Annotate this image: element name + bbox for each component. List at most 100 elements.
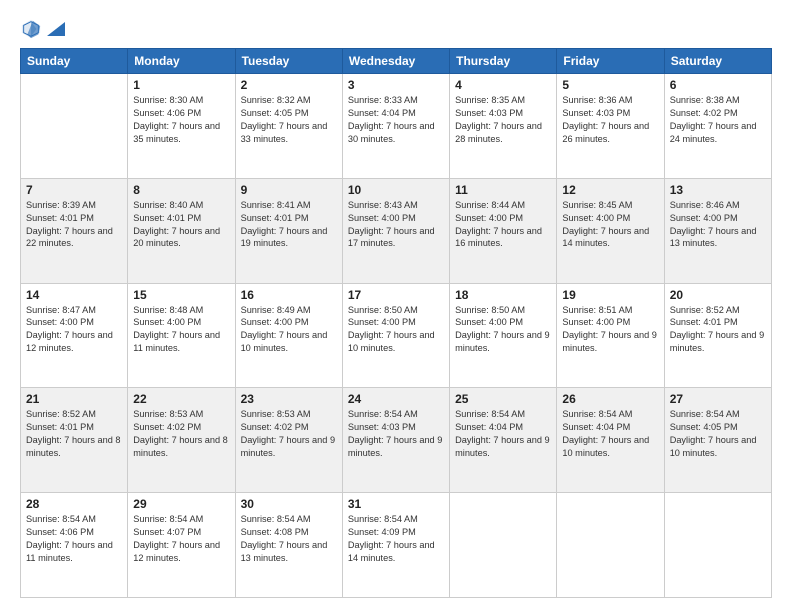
day-number: 26 xyxy=(562,392,658,406)
cell-info: Sunrise: 8:41 AMSunset: 4:01 PMDaylight:… xyxy=(241,199,337,251)
day-number: 12 xyxy=(562,183,658,197)
calendar-cell: 27 Sunrise: 8:54 AMSunset: 4:05 PMDayligh… xyxy=(664,388,771,493)
calendar-cell: 28 Sunrise: 8:54 AMSunset: 4:06 PMDayligh… xyxy=(21,493,128,598)
calendar-cell: 31Sunrise: 8:54 AMSunset: 4:09 PMDayligh… xyxy=(342,493,449,598)
cell-info: Sunrise: 8:43 AMSunset: 4:00 PMDaylight:… xyxy=(348,199,444,251)
day-number: 14 xyxy=(26,288,122,302)
cell-info: Sunrise: 8:49 AMSunset: 4:00 PMDaylight:… xyxy=(241,304,337,356)
calendar-cell: 26 Sunrise: 8:54 AMSunset: 4:04 PMDayligh… xyxy=(557,388,664,493)
calendar-cell: 19 Sunrise: 8:51 AMSunset: 4:00 PMDayligh… xyxy=(557,283,664,388)
day-number: 18 xyxy=(455,288,551,302)
day-header-friday: Friday xyxy=(557,49,664,74)
cell-info: Sunrise: 8:51 AMSunset: 4:00 PMDaylight:… xyxy=(562,304,658,356)
calendar-cell: 3 Sunrise: 8:33 AMSunset: 4:04 PMDaylight… xyxy=(342,74,449,179)
day-number: 21 xyxy=(26,392,122,406)
day-number: 7 xyxy=(26,183,122,197)
cell-info: Sunrise: 8:40 AMSunset: 4:01 PMDaylight:… xyxy=(133,199,229,251)
cell-info: Sunrise: 8:53 AMSunset: 4:02 PMDaylight:… xyxy=(133,408,229,460)
day-header-wednesday: Wednesday xyxy=(342,49,449,74)
day-number: 31 xyxy=(348,497,444,511)
cell-info: Sunrise: 8:30 AMSunset: 4:06 PMDaylight:… xyxy=(133,94,229,146)
calendar-cell: 12 Sunrise: 8:45 AMSunset: 4:00 PMDayligh… xyxy=(557,178,664,283)
day-header-thursday: Thursday xyxy=(450,49,557,74)
calendar-cell: 6 Sunrise: 8:38 AMSunset: 4:02 PMDaylight… xyxy=(664,74,771,179)
day-header-tuesday: Tuesday xyxy=(235,49,342,74)
cell-info: Sunrise: 8:47 AMSunset: 4:00 PMDaylight:… xyxy=(26,304,122,356)
cell-info: Sunrise: 8:52 AMSunset: 4:01 PMDaylight:… xyxy=(26,408,122,460)
calendar-cell: 22 Sunrise: 8:53 AMSunset: 4:02 PMDayligh… xyxy=(128,388,235,493)
calendar-cell: 10 Sunrise: 8:43 AMSunset: 4:00 PMDayligh… xyxy=(342,178,449,283)
cell-info: Sunrise: 8:54 AMSunset: 4:07 PMDaylight:… xyxy=(133,513,229,565)
cell-info: Sunrise: 8:32 AMSunset: 4:05 PMDaylight:… xyxy=(241,94,337,146)
calendar-cell: 7Sunrise: 8:39 AMSunset: 4:01 PMDaylight… xyxy=(21,178,128,283)
logo-text-block xyxy=(46,22,65,36)
day-number: 28 xyxy=(26,497,122,511)
calendar-cell: 9 Sunrise: 8:41 AMSunset: 4:01 PMDaylight… xyxy=(235,178,342,283)
calendar-cell: 29Sunrise: 8:54 AMSunset: 4:07 PMDayligh… xyxy=(128,493,235,598)
calendar-cell: 5 Sunrise: 8:36 AMSunset: 4:03 PMDaylight… xyxy=(557,74,664,179)
calendar-cell xyxy=(557,493,664,598)
calendar-cell: 13Sunrise: 8:46 AMSunset: 4:00 PMDayligh… xyxy=(664,178,771,283)
day-number: 17 xyxy=(348,288,444,302)
cell-info: Sunrise: 8:54 AMSunset: 4:04 PMDaylight:… xyxy=(562,408,658,460)
calendar-page: SundayMondayTuesdayWednesdayThursdayFrid… xyxy=(0,0,792,612)
day-number: 5 xyxy=(562,78,658,92)
cell-info: Sunrise: 8:50 AMSunset: 4:00 PMDaylight:… xyxy=(348,304,444,356)
day-number: 27 xyxy=(670,392,766,406)
day-number: 24 xyxy=(348,392,444,406)
logo xyxy=(20,18,65,40)
cell-info: Sunrise: 8:52 AMSunset: 4:01 PMDaylight:… xyxy=(670,304,766,356)
calendar-cell xyxy=(450,493,557,598)
logo-icon xyxy=(20,18,42,40)
day-header-monday: Monday xyxy=(128,49,235,74)
day-number: 13 xyxy=(670,183,766,197)
calendar-cell: 30 Sunrise: 8:54 AMSunset: 4:08 PMDayligh… xyxy=(235,493,342,598)
calendar-cell: 15 Sunrise: 8:48 AMSunset: 4:00 PMDayligh… xyxy=(128,283,235,388)
day-number: 15 xyxy=(133,288,229,302)
cell-info: Sunrise: 8:48 AMSunset: 4:00 PMDaylight:… xyxy=(133,304,229,356)
calendar-cell: 17 Sunrise: 8:50 AMSunset: 4:00 PMDayligh… xyxy=(342,283,449,388)
day-number: 3 xyxy=(348,78,444,92)
cell-info: Sunrise: 8:50 AMSunset: 4:00 PMDaylight:… xyxy=(455,304,551,356)
page-header xyxy=(20,18,772,40)
day-number: 6 xyxy=(670,78,766,92)
cell-info: Sunrise: 8:54 AMSunset: 4:05 PMDaylight:… xyxy=(670,408,766,460)
cell-info: Sunrise: 8:53 AMSunset: 4:02 PMDaylight:… xyxy=(241,408,337,460)
cell-info: Sunrise: 8:35 AMSunset: 4:03 PMDaylight:… xyxy=(455,94,551,146)
day-number: 1 xyxy=(133,78,229,92)
cell-info: Sunrise: 8:54 AMSunset: 4:08 PMDaylight:… xyxy=(241,513,337,565)
calendar-cell: 21 Sunrise: 8:52 AMSunset: 4:01 PMDayligh… xyxy=(21,388,128,493)
day-number: 16 xyxy=(241,288,337,302)
cell-info: Sunrise: 8:36 AMSunset: 4:03 PMDaylight:… xyxy=(562,94,658,146)
day-number: 10 xyxy=(348,183,444,197)
day-number: 4 xyxy=(455,78,551,92)
calendar-cell xyxy=(21,74,128,179)
day-number: 22 xyxy=(133,392,229,406)
day-header-saturday: Saturday xyxy=(664,49,771,74)
cell-info: Sunrise: 8:44 AMSunset: 4:00 PMDaylight:… xyxy=(455,199,551,251)
day-number: 8 xyxy=(133,183,229,197)
day-number: 19 xyxy=(562,288,658,302)
calendar-cell: 25Sunrise: 8:54 AMSunset: 4:04 PMDayligh… xyxy=(450,388,557,493)
day-number: 20 xyxy=(670,288,766,302)
calendar-cell: 14 Sunrise: 8:47 AMSunset: 4:00 PMDayligh… xyxy=(21,283,128,388)
cell-info: Sunrise: 8:54 AMSunset: 4:06 PMDaylight:… xyxy=(26,513,122,565)
day-number: 9 xyxy=(241,183,337,197)
cell-info: Sunrise: 8:54 AMSunset: 4:03 PMDaylight:… xyxy=(348,408,444,460)
calendar-cell: 23 Sunrise: 8:53 AMSunset: 4:02 PMDayligh… xyxy=(235,388,342,493)
cell-info: Sunrise: 8:45 AMSunset: 4:00 PMDaylight:… xyxy=(562,199,658,251)
day-number: 23 xyxy=(241,392,337,406)
calendar-cell: 24 Sunrise: 8:54 AMSunset: 4:03 PMDayligh… xyxy=(342,388,449,493)
calendar-table: SundayMondayTuesdayWednesdayThursdayFrid… xyxy=(20,48,772,598)
day-header-sunday: Sunday xyxy=(21,49,128,74)
cell-info: Sunrise: 8:33 AMSunset: 4:04 PMDaylight:… xyxy=(348,94,444,146)
calendar-cell: 1 Sunrise: 8:30 AMSunset: 4:06 PMDaylight… xyxy=(128,74,235,179)
logo-blue-triangle xyxy=(47,22,65,36)
day-number: 30 xyxy=(241,497,337,511)
calendar-cell: 8 Sunrise: 8:40 AMSunset: 4:01 PMDaylight… xyxy=(128,178,235,283)
day-number: 2 xyxy=(241,78,337,92)
calendar-cell: 4 Sunrise: 8:35 AMSunset: 4:03 PMDaylight… xyxy=(450,74,557,179)
day-number: 25 xyxy=(455,392,551,406)
calendar-cell: 2 Sunrise: 8:32 AMSunset: 4:05 PMDaylight… xyxy=(235,74,342,179)
cell-info: Sunrise: 8:38 AMSunset: 4:02 PMDaylight:… xyxy=(670,94,766,146)
